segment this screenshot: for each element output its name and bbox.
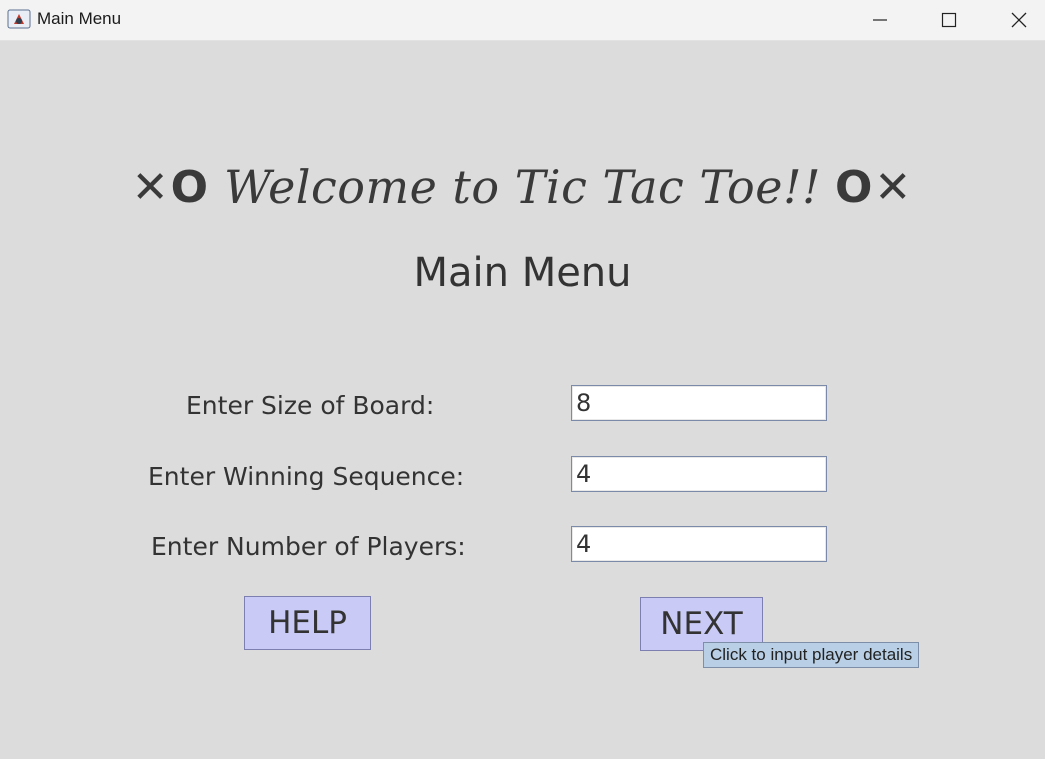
- xo-marks-left: ✕O: [131, 161, 211, 213]
- close-button[interactable]: [996, 0, 1042, 40]
- welcome-heading: ✕O Welcome to Tic Tac Toe!! O✕: [0, 152, 1045, 222]
- winning-sequence-label: Enter Winning Sequence:: [148, 462, 465, 491]
- close-icon: [1011, 12, 1027, 28]
- board-size-input[interactable]: [571, 385, 827, 421]
- number-of-players-input[interactable]: [571, 526, 827, 562]
- number-of-players-label: Enter Number of Players:: [151, 532, 466, 561]
- minimize-button[interactable]: [857, 0, 903, 40]
- board-size-label: Enter Size of Board:: [186, 391, 435, 420]
- welcome-text: Welcome to Tic Tac Toe!!: [224, 160, 821, 214]
- window-title: Main Menu: [37, 9, 122, 28]
- java-app-icon: [7, 7, 31, 31]
- help-button[interactable]: HELP: [244, 596, 371, 650]
- maximize-button[interactable]: [926, 0, 972, 40]
- page-title: Main Menu: [413, 250, 632, 296]
- window-titlebar: Main Menu: [0, 0, 1045, 41]
- winning-sequence-input[interactable]: [571, 456, 827, 492]
- minimize-icon: [873, 19, 887, 21]
- maximize-icon: [941, 12, 957, 28]
- xo-marks-right: O✕: [834, 161, 914, 213]
- next-tooltip: Click to input player details: [703, 642, 920, 668]
